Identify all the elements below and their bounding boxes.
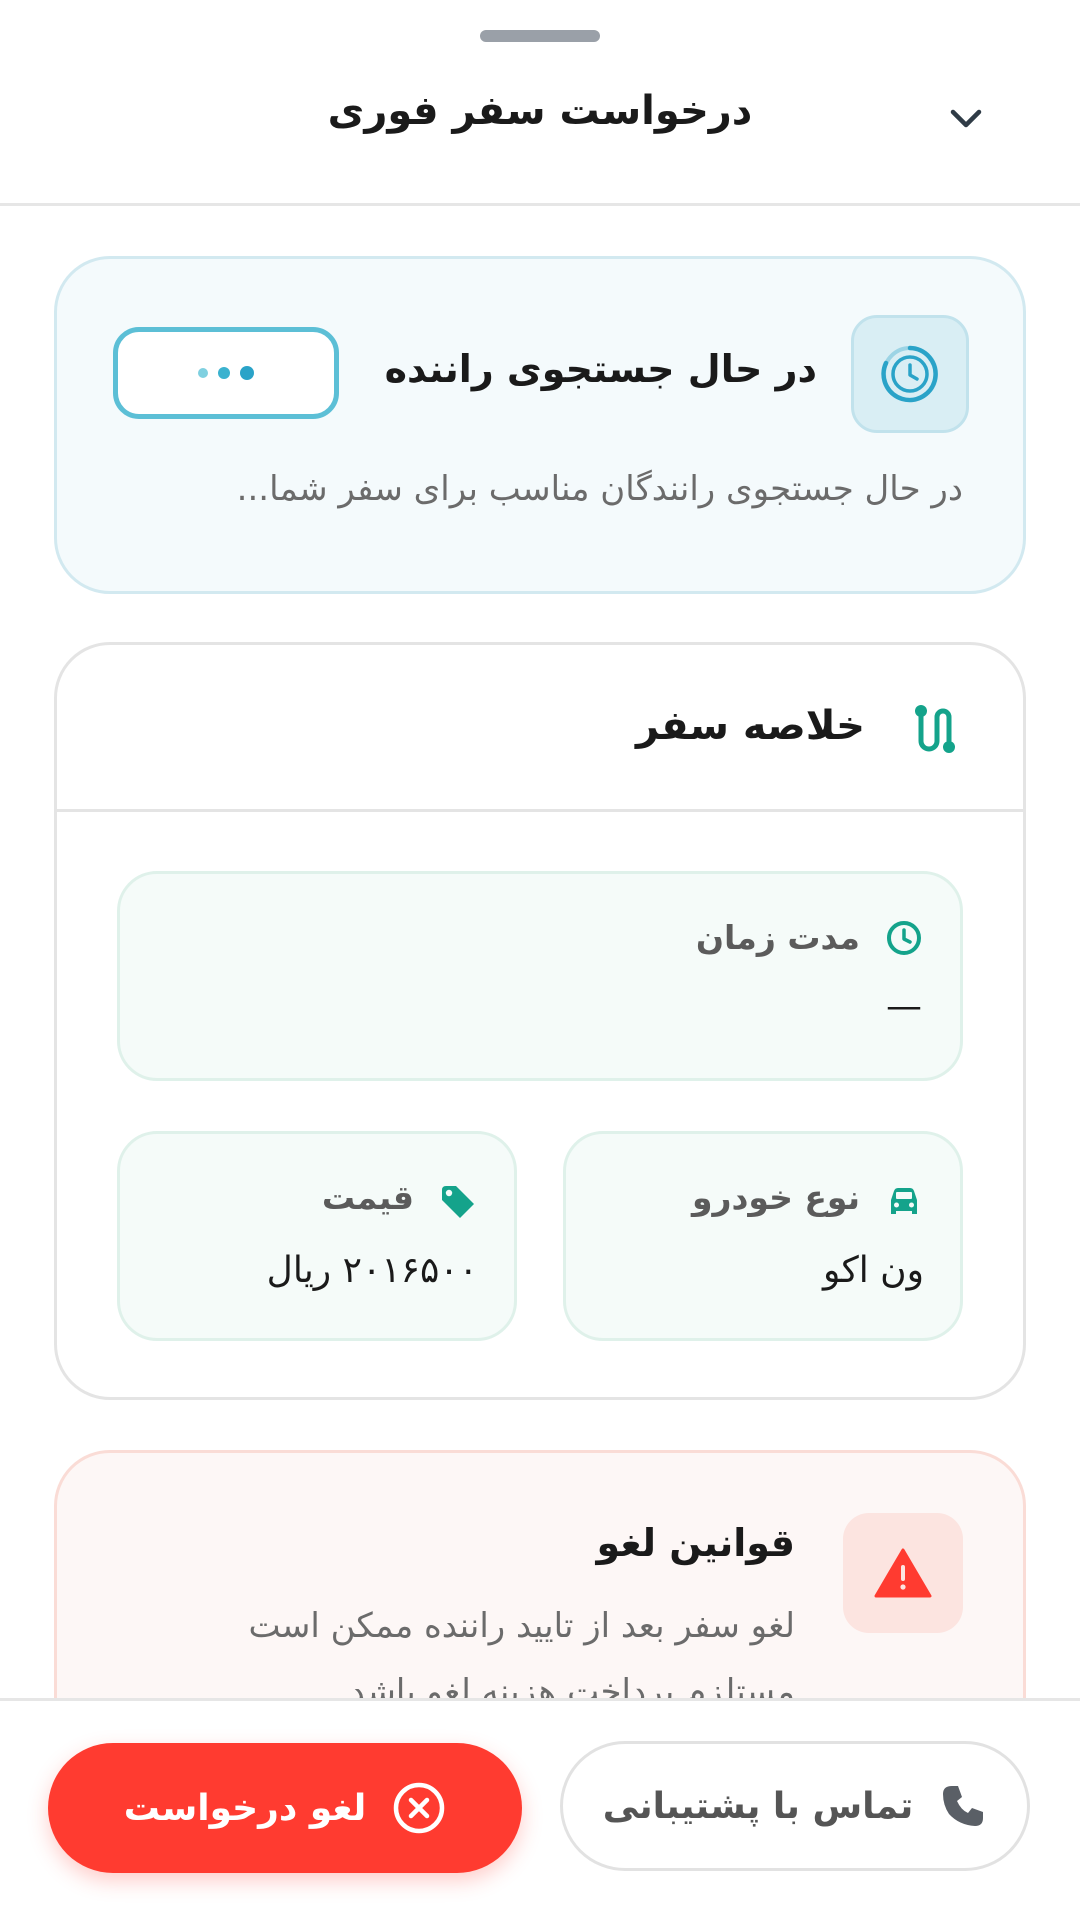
contact-support-label: تماس با پشتیبانی [602,1785,914,1827]
cancellation-rules-title: قوانین لغو [596,1521,795,1565]
cancel-request-label: لغو درخواست [123,1787,367,1829]
vehicle-type-label: نوع خودرو [691,1178,860,1217]
price-label: قیمت [321,1178,414,1217]
searching-title: در حال جستجوی راننده [384,347,817,391]
duration-label: مدت زمان [695,918,860,957]
searching-driver-card: در حال جستجوی راننده در حال جستجوی رانند… [54,256,1026,594]
sheet-header: درخواست سفر فوری [0,0,1080,206]
phone-icon [943,1786,984,1826]
clock-icon [887,921,921,955]
bottom-action-bar: تماس با پشتیبانی لغو درخواست [0,1698,1080,1920]
trip-summary-card: خلاصه سفر مدت زمان — نوع خودرو ون اکو قی… [54,642,1026,1400]
searching-badge [851,315,969,433]
warning-icon [874,1548,932,1598]
cancel-request-button[interactable]: لغو درخواست [48,1743,522,1873]
trip-summary-title: خلاصه سفر [635,703,865,749]
loading-indicator [113,327,339,419]
loading-dot [240,366,254,380]
route-icon [915,705,955,753]
duration-value: — [886,986,922,1027]
warning-badge [843,1513,963,1633]
contact-support-button[interactable]: تماس با پشتیبانی [560,1741,1030,1871]
drag-handle[interactable] [480,30,600,42]
vehicle-type-tile: نوع خودرو ون اکو [563,1131,963,1341]
searching-subtitle: در حال جستجوی رانندگان مناسب برای سفر شم… [236,469,963,509]
clock-icon [881,345,938,403]
loading-dot [198,368,208,378]
loading-dot [218,367,230,379]
car-icon [891,1188,917,1214]
cancel-circle-icon [394,1782,445,1834]
page-title: درخواست سفر فوری [327,88,753,134]
price-tile: قیمت ۲۰۱۶۵۰۰ ریال [117,1131,517,1341]
price-value: ۲۰۱۶۵۰۰ ریال [266,1250,478,1291]
duration-tile: مدت زمان — [117,871,963,1081]
chevron-down-icon[interactable] [944,96,988,140]
vehicle-type-value: ون اکو [822,1250,924,1291]
trip-summary-header: خلاصه سفر [57,645,1023,812]
tag-icon [442,1186,474,1218]
